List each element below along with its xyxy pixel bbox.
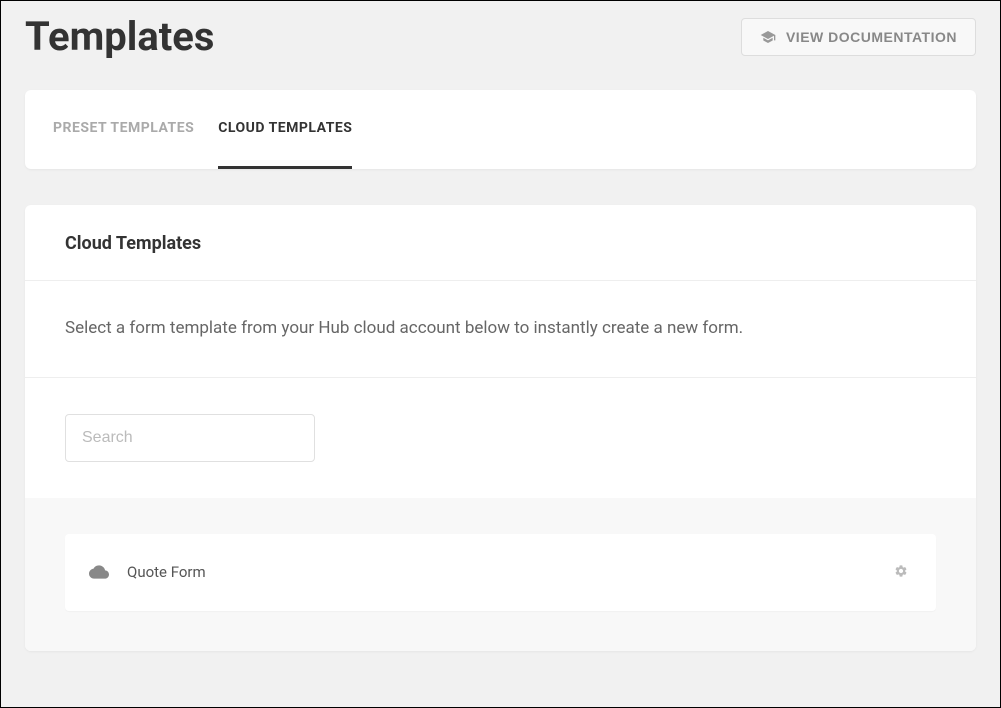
section-title: Cloud Templates	[65, 233, 936, 254]
gear-icon	[894, 564, 908, 581]
graduation-cap-icon	[760, 29, 776, 45]
section-description: Select a form template from your Hub clo…	[65, 317, 936, 341]
view-documentation-label: VIEW DOCUMENTATION	[786, 29, 957, 45]
content-card: Cloud Templates Select a form template f…	[25, 205, 976, 651]
template-name: Quote Form	[127, 563, 206, 581]
tab-preset-templates[interactable]: PRESET TEMPLATES	[53, 90, 194, 169]
list-item[interactable]: Quote Form	[65, 534, 936, 611]
search-input[interactable]	[65, 414, 315, 462]
cloud-icon	[89, 562, 109, 582]
tabs-container: PRESET TEMPLATES CLOUD TEMPLATES	[25, 90, 976, 169]
tab-cloud-templates[interactable]: CLOUD TEMPLATES	[218, 90, 352, 169]
page-title: Templates	[25, 13, 214, 60]
templates-list: Quote Form	[25, 498, 976, 651]
template-settings-button[interactable]	[890, 560, 912, 585]
view-documentation-button[interactable]: VIEW DOCUMENTATION	[741, 18, 976, 56]
